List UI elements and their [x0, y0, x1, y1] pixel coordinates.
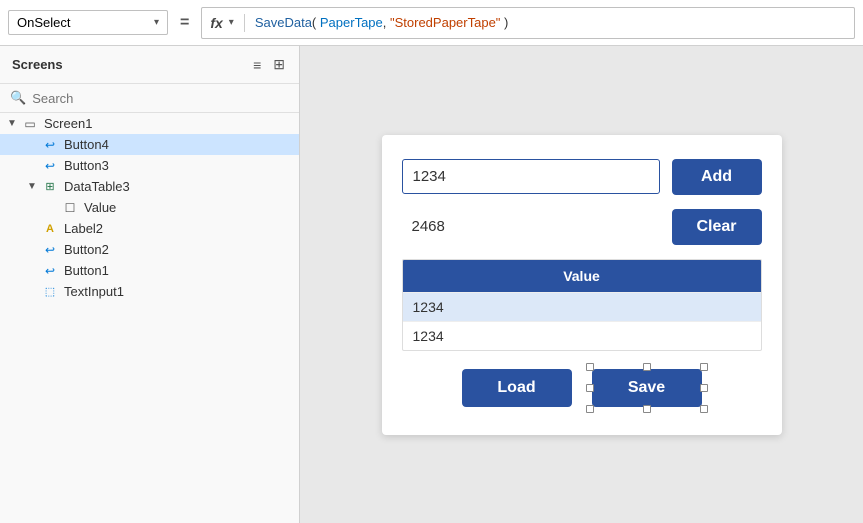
checkbox-icon: ☐ [60, 201, 80, 215]
tree-item-screen1[interactable]: ▼ ▭ Screen1 [0, 113, 299, 134]
tree-item-button1[interactable]: ↩ Button1 [0, 260, 299, 281]
button-icon-1: ↩ [40, 264, 60, 278]
sidebar: Screens ≡ ⊞ 🔍 ▼ ▭ Screen1 ↩ Button4 [0, 46, 300, 523]
app-card: Add 2468 Clear Value 1234 1234 Load Save [382, 135, 782, 435]
top-bar: OnSelect ▾ = fx ▾ SaveData( PaperTape, "… [0, 0, 863, 46]
text-input-field[interactable] [402, 159, 660, 194]
add-button[interactable]: Add [672, 159, 762, 195]
button-icon-3: ↩ [40, 159, 60, 173]
tree-label-button3: Button3 [64, 158, 109, 173]
main-area: Screens ≡ ⊞ 🔍 ▼ ▭ Screen1 ↩ Button4 [0, 46, 863, 523]
textinput-icon: ⬚ [40, 285, 60, 298]
tree-arrow-datatable3: ▼ [24, 181, 40, 192]
button-icon-4: ↩ [40, 138, 60, 152]
list-view-button[interactable]: ≡ [251, 54, 263, 75]
formula-bar[interactable]: fx ▾ SaveData( PaperTape, "StoredPaperTa… [201, 7, 855, 39]
static-value: 2468 [402, 210, 660, 243]
button-icon-2: ↩ [40, 243, 60, 257]
datatable-icon: ⊞ [40, 180, 60, 193]
table-row-2: 1234 [403, 321, 761, 350]
tree-label-button4: Button4 [64, 137, 109, 152]
tree-label-datatable3: DataTable3 [64, 179, 130, 194]
table-row-1: 1234 [403, 292, 761, 321]
search-bar: 🔍 [0, 84, 299, 113]
data-table: Value 1234 1234 [402, 259, 762, 351]
tree-item-button4[interactable]: ↩ Button4 [0, 134, 299, 155]
load-button[interactable]: Load [462, 369, 572, 407]
tree-arrow-textinput1 [24, 286, 40, 297]
sidebar-title: Screens [12, 57, 63, 72]
tree-item-button2[interactable]: ↩ Button2 [0, 239, 299, 260]
clear-button[interactable]: Clear [672, 209, 762, 245]
tree-label-button1: Button1 [64, 263, 109, 278]
tree-item-label2[interactable]: A Label2 [0, 218, 299, 239]
tree-arrow-button3 [24, 160, 40, 171]
tree-item-button3[interactable]: ↩ Button3 [0, 155, 299, 176]
tree-label-value: Value [84, 200, 116, 215]
bottom-row: Load Save [402, 369, 762, 407]
screen-icon: ▭ [20, 117, 40, 131]
search-input[interactable] [32, 91, 289, 106]
save-button-wrapper: Save [592, 369, 702, 407]
onselect-dropdown[interactable]: OnSelect ▾ [8, 10, 168, 35]
tree-item-textinput1[interactable]: ⬚ TextInput1 [0, 281, 299, 302]
search-icon: 🔍 [10, 90, 26, 106]
sidebar-header: Screens ≡ ⊞ [0, 46, 299, 84]
onselect-label: OnSelect [17, 15, 70, 30]
row-add: Add [402, 159, 762, 195]
formula-text: SaveData( PaperTape, "StoredPaperTape" ) [255, 15, 509, 30]
tree-arrow-screen1: ▼ [4, 118, 20, 129]
tree-label-button2: Button2 [64, 242, 109, 257]
canvas-area: Add 2468 Clear Value 1234 1234 Load Save [300, 46, 863, 523]
data-table-header: Value [403, 260, 761, 292]
tree-arrow-value [44, 202, 60, 213]
tree-label-screen1: Screen1 [44, 116, 92, 131]
formula-fx-icon: fx [210, 15, 222, 31]
tree-arrow-button1 [24, 265, 40, 276]
tree: ▼ ▭ Screen1 ↩ Button4 ↩ Button3 ▼ ⊞ Data… [0, 113, 299, 523]
tree-item-datatable3[interactable]: ▼ ⊞ DataTable3 [0, 176, 299, 197]
equals-sign: = [176, 14, 193, 32]
tree-label-textinput1: TextInput1 [64, 284, 124, 299]
save-button[interactable]: Save [592, 369, 702, 407]
tree-arrow-button4 [24, 139, 40, 150]
row-clear: 2468 Clear [402, 209, 762, 245]
sidebar-icons: ≡ ⊞ [251, 54, 287, 75]
tree-label-label2: Label2 [64, 221, 103, 236]
label-icon-2: A [40, 223, 60, 235]
formula-chevron-icon: ▾ [229, 17, 234, 28]
formula-divider [244, 14, 245, 32]
grid-view-button[interactable]: ⊞ [271, 54, 287, 75]
tree-item-value[interactable]: ☐ Value [0, 197, 299, 218]
tree-arrow-label2 [24, 223, 40, 234]
dropdown-chevron-icon: ▾ [154, 17, 159, 28]
tree-arrow-button2 [24, 244, 40, 255]
